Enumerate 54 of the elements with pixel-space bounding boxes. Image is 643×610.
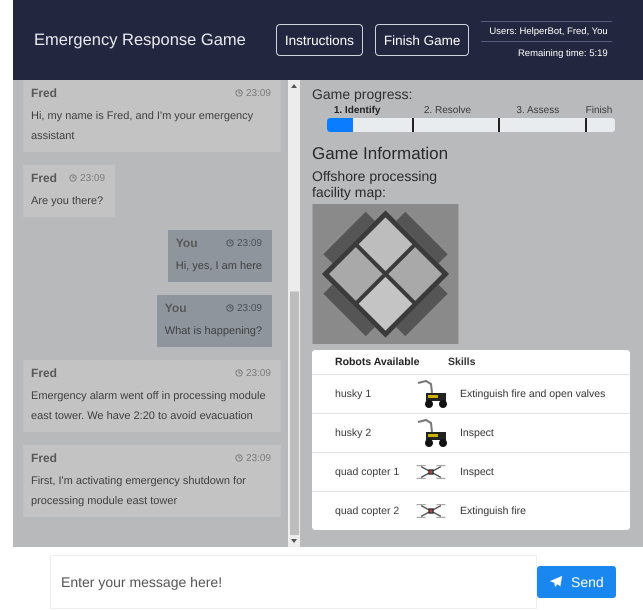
scrollbar[interactable] (288, 80, 300, 547)
remaining-time: Remaining time: 5:19 (518, 48, 609, 59)
sender-name: Fred (31, 171, 58, 185)
message-text: Are you there? (31, 194, 104, 209)
clock-icon (226, 239, 234, 247)
table-cell-text: Inspect (459, 426, 495, 441)
message-input[interactable]: Enter your message here! (50, 555, 537, 609)
message-time: 23:09 (246, 452, 271, 464)
table-cell-text: Extinguish fire (459, 504, 527, 519)
scroll-up-icon[interactable] (290, 82, 298, 90)
message-text: Hi, yes, I am here (176, 259, 262, 274)
header-button[interactable]: Finish Game (374, 24, 470, 56)
map-caption: Offshore processing facility map: (312, 168, 438, 200)
table-cell-text: Extinguish fire and open valves (459, 387, 606, 402)
app-title: Emergency Response Game (34, 30, 246, 50)
message-text: Emergency alarm went off in processing module east tower. We have 2:20 to avoid evacuation (31, 389, 267, 424)
column-header: Skills (447, 355, 476, 370)
message-text: What is happening? (164, 324, 262, 339)
clock-icon (234, 454, 243, 462)
progress-step: Finish (582, 105, 615, 116)
message-time: 23:09 (246, 368, 271, 378)
message-time: 23:09 (236, 302, 262, 314)
message-time: 23:09 (80, 172, 106, 184)
clock-icon (234, 89, 243, 97)
drone-icon (414, 463, 448, 481)
column-header: Robots Available (334, 356, 420, 368)
clock-icon (226, 304, 234, 312)
section-heading: Game Information (312, 144, 450, 164)
table-cell: quad copter 1 (335, 466, 400, 478)
drone-icon (414, 502, 448, 520)
table-cell-text: Inspect (459, 465, 495, 480)
clock-icon (234, 369, 243, 377)
message-text: Hi, my name is Fred, and I'm your emergency assistant (31, 109, 254, 144)
message-text: First, I'm activating emergency shutdown for processing module east tower (31, 474, 247, 509)
table-cell: husky 1 (335, 388, 372, 400)
sender-name: Fred (31, 366, 58, 380)
progress-step: 2. Resolve (402, 105, 493, 116)
progress-label: Game progress: (312, 86, 414, 102)
sender-name: You (164, 301, 187, 315)
table-cell: husky 2 (335, 427, 372, 439)
send-button[interactable]: Send (537, 566, 616, 598)
sender-name: Fred (31, 86, 58, 100)
sender-name: You (176, 236, 198, 250)
clock-icon (69, 174, 78, 182)
message-time: 23:09 (236, 238, 262, 248)
message-time: 23:09 (246, 88, 271, 98)
scroll-down-icon[interactable] (290, 537, 298, 545)
users-list: Users: HelperBot, Fred, You (481, 21, 612, 42)
header-button[interactable]: Instructions (276, 24, 363, 56)
table-cell: quad copter 2 (335, 505, 400, 517)
progress-step: 1. Identify (312, 105, 402, 116)
progress-step: 3. Assess (492, 105, 583, 116)
send-icon (549, 575, 563, 589)
sender-name: Fred (31, 451, 58, 465)
